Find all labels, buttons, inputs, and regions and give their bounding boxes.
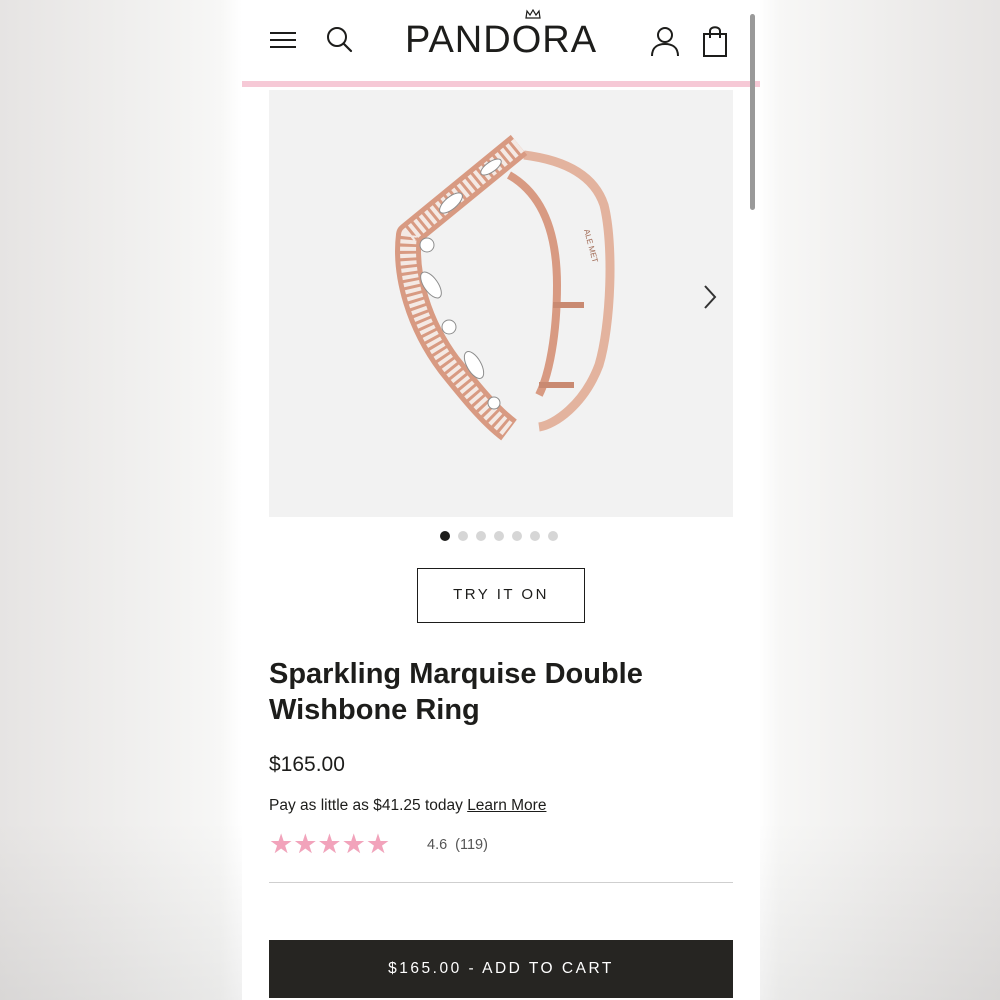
learn-more-link[interactable]: Learn More bbox=[467, 797, 546, 814]
add-to-cart-button[interactable]: $165.00 - ADD TO CART bbox=[269, 940, 733, 998]
header-accent-bar bbox=[242, 81, 760, 87]
carousel-dot[interactable] bbox=[512, 531, 522, 541]
divider bbox=[269, 882, 733, 883]
carousel-dot[interactable] bbox=[440, 531, 450, 541]
ring-engraving: ALE MET bbox=[582, 228, 600, 264]
review-count[interactable]: (119) bbox=[455, 837, 488, 853]
scrollbar-thumb[interactable] bbox=[750, 14, 755, 210]
product-title: Sparkling Marquise Double Wishbone Ring bbox=[269, 658, 643, 726]
product-page: PANDORA ALE MET TRY IT ON Sparkling Marq… bbox=[242, 0, 760, 1000]
menu-icon-line bbox=[270, 32, 296, 34]
carousel-dot[interactable] bbox=[458, 531, 468, 541]
menu-icon-line bbox=[270, 46, 296, 48]
menu-icon-line bbox=[270, 39, 296, 41]
carousel-dot[interactable] bbox=[530, 531, 540, 541]
star-rating: ★★★★★ ★★★★★ bbox=[269, 831, 409, 858]
product-rating[interactable]: ★★★★★ ★★★★★ 4.6 (119) bbox=[269, 831, 488, 859]
carousel-dot[interactable] bbox=[548, 531, 558, 541]
installment-info: Pay as little as $41.25 today Learn More bbox=[269, 797, 546, 815]
carousel-dot[interactable] bbox=[494, 531, 504, 541]
cart-button[interactable] bbox=[700, 24, 732, 58]
search-icon bbox=[327, 27, 353, 53]
installment-text: Pay as little as $41.25 today bbox=[269, 797, 463, 814]
product-image-carousel[interactable]: ALE MET bbox=[269, 90, 733, 517]
account-icon bbox=[651, 27, 679, 57]
site-header: PANDORA bbox=[242, 0, 760, 82]
try-it-on-button[interactable]: TRY IT ON bbox=[417, 568, 585, 623]
shopping-bag-icon bbox=[703, 26, 727, 57]
chevron-right-icon[interactable] bbox=[699, 280, 721, 314]
carousel-pagination bbox=[440, 531, 558, 541]
menu-button[interactable] bbox=[268, 28, 298, 52]
account-button[interactable] bbox=[648, 24, 682, 58]
product-image: ALE MET bbox=[395, 135, 615, 441]
brand-logo[interactable]: PANDORA bbox=[392, 18, 610, 62]
search-button[interactable] bbox=[324, 24, 356, 56]
star-icons-filled: ★★★★★ bbox=[269, 832, 391, 858]
carousel-dot[interactable] bbox=[476, 531, 486, 541]
rating-value: 4.6 bbox=[427, 837, 448, 853]
product-price: $165.00 bbox=[269, 753, 345, 776]
